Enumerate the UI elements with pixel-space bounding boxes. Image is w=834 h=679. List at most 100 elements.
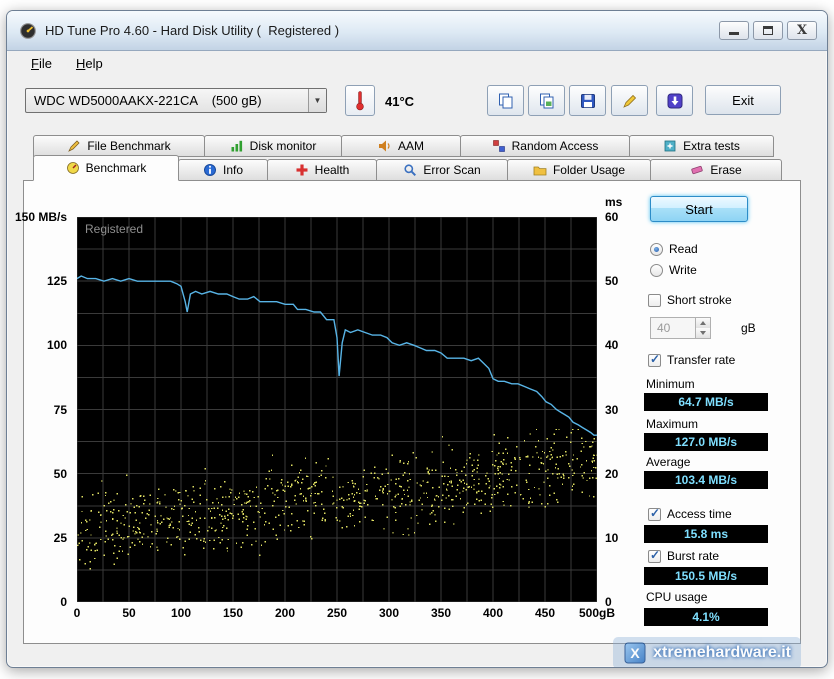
- short-stroke-size-row: 40 gB: [650, 317, 756, 339]
- axis-tick-label: 50: [122, 606, 136, 620]
- transfer-rate-checkbox-box[interactable]: [648, 352, 661, 367]
- magnifier-icon: [404, 164, 417, 177]
- short-stroke-checkbox[interactable]: Short stroke: [648, 293, 732, 307]
- extra-tests-icon: [664, 140, 676, 152]
- stepper-up-icon[interactable]: [696, 318, 710, 328]
- axis-tick-label: 450: [534, 606, 556, 620]
- axis-tick-label: 100: [170, 606, 192, 620]
- maximum-label: Maximum: [646, 417, 699, 431]
- average-value: 103.4 MB/s: [644, 471, 768, 489]
- copy-text-button[interactable]: [487, 85, 524, 116]
- health-cross-icon: [296, 164, 308, 176]
- site-watermark: X xtremehardware.it: [613, 637, 801, 667]
- temperature-button[interactable]: [345, 85, 375, 116]
- copy-image-button[interactable]: [528, 85, 565, 116]
- close-icon: X: [796, 23, 808, 38]
- menu-help[interactable]: Help: [66, 53, 113, 74]
- tab-disk-monitor[interactable]: Disk monitor: [204, 135, 342, 157]
- gb-unit-label: gB: [741, 321, 756, 335]
- tab-extra-tests[interactable]: Extra tests: [629, 135, 774, 157]
- tab-label: Benchmark: [85, 161, 147, 175]
- cpu-usage-label: CPU usage: [646, 590, 708, 604]
- toolbar: WDC WD5000AAKX-221CA (500 gB) ▼ 41°C Exi…: [7, 75, 827, 129]
- left-axis-labels: 150 MB/s 125 100 75 50 25 0: [15, 210, 72, 609]
- axis-tick-label: 50: [605, 274, 619, 288]
- minimum-value: 64.7 MB/s: [644, 393, 768, 411]
- exit-button[interactable]: Exit: [705, 85, 781, 115]
- tab-label: File Benchmark: [87, 139, 171, 153]
- file-benchmark-icon: [68, 140, 80, 152]
- folder-icon: [533, 166, 547, 176]
- axis-tick-label: 75: [53, 403, 67, 417]
- tab-label: Error Scan: [423, 163, 481, 177]
- short-stroke-stepper[interactable]: [696, 317, 711, 339]
- tab-benchmark[interactable]: Benchmark: [33, 155, 179, 181]
- tab-info[interactable]: Info: [178, 159, 268, 181]
- burst-rate-label: Burst rate: [667, 549, 720, 563]
- tab-label: Extra tests: [683, 139, 740, 153]
- capture-button[interactable]: [611, 85, 648, 116]
- cpu-usage-value: 4.1%: [644, 608, 768, 626]
- burst-rate-value: 150.5 MB/s: [644, 567, 768, 585]
- axis-tick-label: 250: [326, 606, 348, 620]
- minimize-button[interactable]: [719, 21, 749, 40]
- benchmark-icon: [66, 162, 79, 174]
- burst-rate-checkbox-box[interactable]: [648, 548, 661, 563]
- save-icon: [580, 93, 595, 108]
- info-icon: [203, 164, 216, 176]
- access-time-checkbox-box[interactable]: [648, 506, 661, 521]
- axis-tick-label: 100: [46, 338, 67, 352]
- drive-select[interactable]: WDC WD5000AAKX-221CA (500 gB) ▼: [25, 88, 327, 113]
- write-radio-circle[interactable]: [650, 263, 663, 277]
- access-time-label: Access time: [667, 507, 732, 521]
- right-axis-labels: ms 60 50 40 30 20 10 0: [602, 195, 640, 609]
- random-access-icon: [492, 140, 505, 152]
- average-label: Average: [646, 455, 691, 469]
- menubar: File Help: [7, 51, 827, 75]
- tab-aam[interactable]: AAM: [341, 135, 461, 157]
- axis-tick-label: 125: [46, 274, 67, 288]
- site-watermark-text: xtremehardware.it: [653, 644, 791, 661]
- tab-error-scan[interactable]: Error Scan: [376, 159, 508, 181]
- chevron-down-icon[interactable]: ▼: [308, 89, 326, 112]
- chart-canvas: [76, 216, 599, 603]
- tab-folder-usage[interactable]: Folder Usage: [507, 159, 651, 181]
- stepper-down-icon[interactable]: [696, 328, 710, 338]
- tab-label: Folder Usage: [552, 163, 626, 177]
- axis-tick-label: 40: [605, 338, 619, 352]
- start-button[interactable]: Start: [650, 196, 748, 222]
- tab-health[interactable]: Health: [267, 159, 377, 181]
- transfer-rate-checkbox[interactable]: Transfer rate: [648, 352, 735, 367]
- short-stroke-input[interactable]: 40: [650, 317, 696, 339]
- axis-tick-label: 0: [73, 606, 81, 620]
- axis-tick-label: 400: [482, 606, 504, 620]
- burst-rate-checkbox[interactable]: Burst rate: [648, 548, 720, 563]
- tab-label: Erase: [710, 163, 742, 177]
- maximize-button[interactable]: [753, 21, 783, 40]
- menu-file[interactable]: File: [21, 53, 62, 74]
- axis-tick-label: 350: [430, 606, 452, 620]
- write-radio[interactable]: Write: [650, 263, 697, 277]
- axis-tick-label: 300: [378, 606, 400, 620]
- copy-image-icon: [539, 93, 553, 108]
- read-radio-circle[interactable]: [650, 242, 663, 256]
- access-time-checkbox[interactable]: Access time: [648, 506, 732, 521]
- tab-row-primary: Benchmark Info Health Error Scan Folder …: [33, 155, 787, 181]
- axis-tick-label: 25: [53, 531, 67, 545]
- maximize-icon: [763, 26, 773, 35]
- read-radio[interactable]: Read: [650, 242, 698, 256]
- axis-tick-label: 60: [605, 210, 619, 224]
- close-button[interactable]: X: [787, 21, 817, 40]
- drive-select-value: WDC WD5000AAKX-221CA (500 gB): [34, 93, 262, 108]
- axis-tick-label: 30: [605, 403, 619, 417]
- minimize-icon: [729, 32, 739, 35]
- short-stroke-checkbox-box[interactable]: [648, 293, 661, 307]
- tab-label: AAM: [397, 139, 424, 153]
- tab-random-access[interactable]: Random Access: [460, 135, 630, 157]
- tab-file-benchmark[interactable]: File Benchmark: [33, 135, 205, 157]
- minimum-label: Minimum: [646, 377, 695, 391]
- download-button[interactable]: [656, 85, 693, 116]
- registered-watermark: Registered: [85, 222, 144, 236]
- tab-erase[interactable]: Erase: [650, 159, 782, 181]
- save-button[interactable]: [569, 85, 606, 116]
